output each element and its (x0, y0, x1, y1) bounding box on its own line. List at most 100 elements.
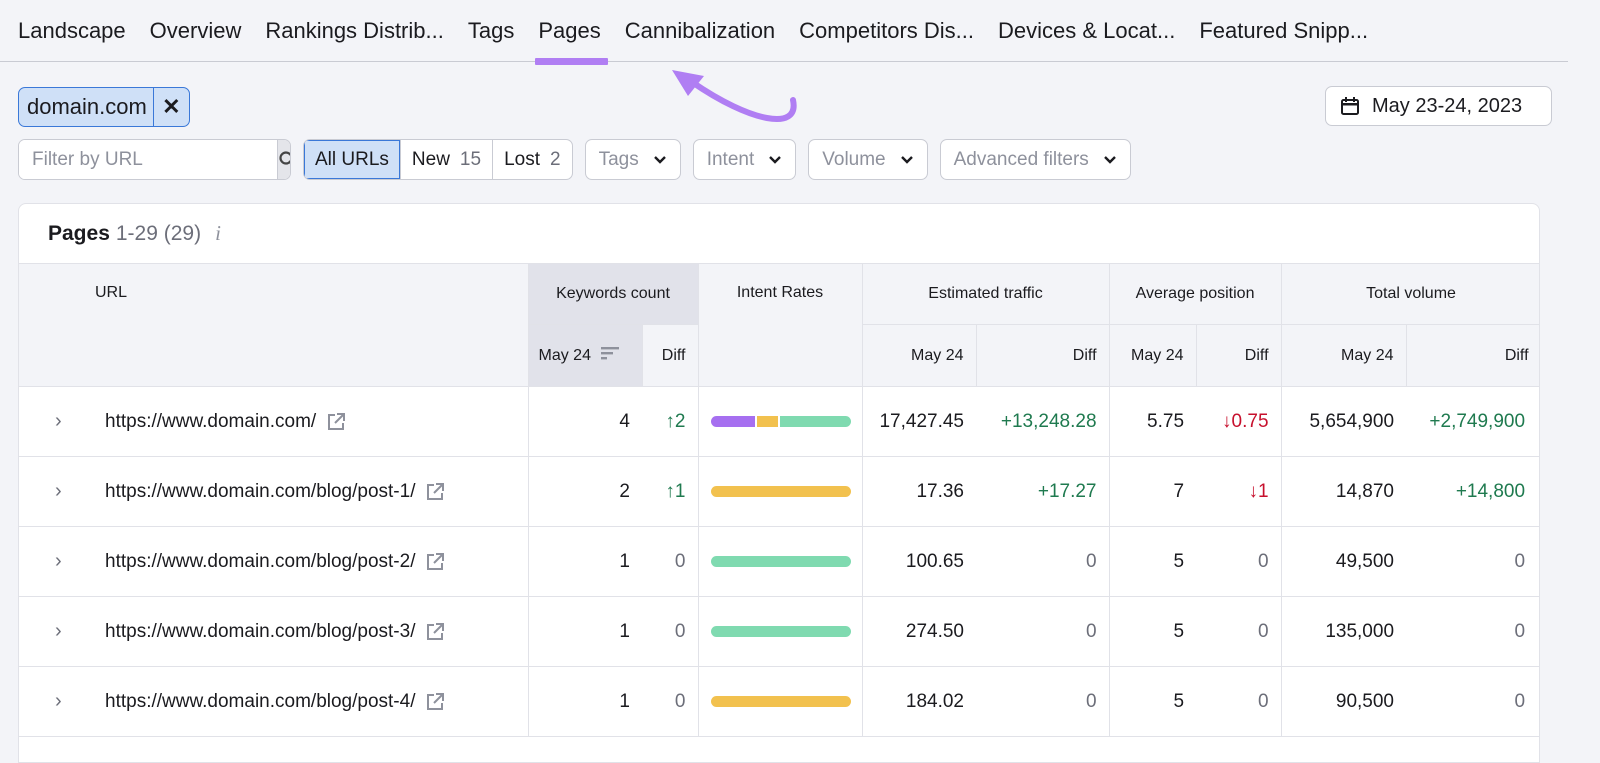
chevron-down-icon (769, 155, 782, 164)
intent-segment (710, 626, 851, 637)
tab-pages[interactable]: Pages (535, 0, 612, 65)
expand-row-chevron-icon[interactable]: › (19, 410, 95, 433)
traffic-date-header[interactable]: May 24 (861, 324, 977, 387)
expand-row-chevron-icon[interactable]: › (19, 620, 95, 643)
chevron-down-icon (653, 155, 666, 164)
page-url-link[interactable]: https://www.domain.com/blog/post-2/ (105, 551, 415, 573)
tab-devices-locat[interactable]: Devices & Locat... (998, 0, 1187, 62)
chevron-down-icon (1103, 155, 1116, 164)
position-diff: 0 (1196, 666, 1282, 737)
expand-row-chevron-icon[interactable]: › (19, 550, 95, 573)
tab-rankings-distrib[interactable]: Rankings Distrib... (265, 0, 456, 62)
position-diff: ↓1 (1196, 456, 1282, 527)
keywords-diff: ↑2 (642, 386, 699, 457)
page-url-link[interactable]: https://www.domain.com/blog/post-3/ (105, 621, 415, 643)
all-urls-button[interactable]: All URLs (304, 140, 401, 179)
remove-domain-button[interactable]: ✕ (152, 88, 189, 126)
filters-bar: All URLs New15 Lost2 Tags Intent Volume … (18, 139, 1131, 180)
keywords-diff: 0 (642, 666, 699, 737)
keywords-diff: 0 (642, 596, 699, 667)
external-link-icon[interactable] (425, 622, 445, 642)
date-range-picker[interactable]: May 23-24, 2023 (1325, 86, 1552, 126)
table-row: › https://www.domain.com/blog/post-3/ 1 0… (19, 596, 1539, 667)
search-icon (279, 150, 290, 165)
filter-by-url-input[interactable] (19, 140, 277, 179)
tags-label: Tags (598, 148, 639, 170)
volume-diff-header[interactable]: Diff (1405, 324, 1539, 387)
keywords-date-header[interactable]: May 24 (527, 324, 643, 387)
position-diff-header[interactable]: Diff (1195, 324, 1282, 387)
page-url-link[interactable]: https://www.domain.com/blog/post-4/ (105, 691, 415, 713)
intent-segment (779, 416, 851, 427)
all-urls-label: All URLs (315, 148, 389, 170)
volume-value: 14,870 (1281, 456, 1407, 527)
position-value: 5 (1109, 596, 1197, 667)
lost-count: 2 (549, 148, 561, 170)
position-diff: 0 (1196, 596, 1282, 667)
external-link-icon[interactable] (425, 692, 445, 712)
url-filter (18, 139, 291, 180)
traffic-value: 17,427.45 (862, 386, 976, 457)
volume-date-header[interactable]: May 24 (1280, 324, 1407, 387)
position-diff: 0 (1196, 526, 1282, 597)
tab-cannibalization[interactable]: Cannibalization (625, 0, 787, 62)
intent-segment (710, 486, 851, 497)
estimated-traffic-header[interactable]: Estimated traffic (861, 263, 1110, 325)
total-volume-header[interactable]: Total volume (1280, 263, 1539, 325)
average-position-header[interactable]: Average position (1108, 263, 1282, 325)
new-label: New (411, 148, 450, 170)
expand-row-chevron-icon[interactable]: › (19, 690, 95, 713)
volume-diff: +14,800 (1406, 456, 1539, 527)
keywords-diff-header[interactable]: Diff (641, 324, 699, 387)
volume-value: 5,654,900 (1281, 386, 1407, 457)
info-icon[interactable]: i (215, 221, 221, 246)
volume-diff: 0 (1406, 526, 1539, 597)
tab-competitors-dis[interactable]: Competitors Dis... (799, 0, 986, 62)
lost-label: Lost (504, 148, 540, 170)
position-value: 5 (1109, 526, 1197, 597)
search-button[interactable] (277, 140, 290, 179)
keywords-count: 2 (528, 456, 642, 527)
lost-urls-button[interactable]: Lost 2 (493, 140, 572, 179)
position-value: 5.75 (1109, 386, 1197, 457)
keywords-count-header[interactable]: Keywords count (527, 263, 699, 325)
tab-landscape[interactable]: Landscape (18, 0, 138, 62)
intent-rates-bar (710, 416, 851, 427)
volume-diff: 0 (1406, 596, 1539, 667)
volume-dropdown[interactable]: Volume (808, 139, 928, 180)
volume-value: 49,500 (1281, 526, 1407, 597)
calendar-icon (1341, 97, 1359, 115)
annotation-arrow-icon (672, 70, 797, 122)
tab-tags[interactable]: Tags (468, 0, 526, 62)
intent-rates-bar (710, 696, 851, 707)
pages-card: Pages 1-29 (29) i URL Keywords count Int… (18, 203, 1540, 763)
tags-dropdown[interactable]: Tags (584, 139, 681, 180)
card-title: Pages (48, 221, 110, 245)
intent-label: Intent (706, 148, 755, 170)
traffic-diff: 0 (976, 596, 1110, 667)
table-row: › https://www.domain.com/blog/post-4/ 1 0… (19, 666, 1539, 737)
external-link-icon[interactable] (425, 552, 445, 572)
traffic-diff: 0 (976, 666, 1110, 737)
traffic-diff-header[interactable]: Diff (975, 324, 1110, 387)
external-link-icon[interactable] (326, 412, 346, 432)
domain-chip[interactable]: domain.com ✕ (18, 87, 190, 127)
page-url-link[interactable]: https://www.domain.com/ (105, 411, 316, 433)
position-date-header[interactable]: May 24 (1108, 324, 1197, 387)
tab-overview[interactable]: Overview (150, 0, 254, 62)
intent-rates-header: Intent Rates (697, 263, 863, 387)
table-row: › https://www.domain.com/blog/post-1/ 2 ↑… (19, 456, 1539, 527)
page-url-link[interactable]: https://www.domain.com/blog/post-1/ (105, 481, 415, 503)
keywords-diff: 0 (642, 526, 699, 597)
table-row: › https://www.domain.com/blog/post-2/ 1 0… (19, 526, 1539, 597)
intent-dropdown[interactable]: Intent (692, 139, 797, 180)
new-urls-button[interactable]: New 15 (401, 140, 494, 179)
url-type-toggle: All URLs New 15 Lost 2 (303, 139, 573, 180)
external-link-icon[interactable] (425, 482, 445, 502)
advanced-filters-dropdown[interactable]: Advanced filters (939, 139, 1131, 180)
tab-featured-snipp[interactable]: Featured Snipp... (1199, 0, 1380, 62)
keywords-count: 4 (528, 386, 642, 457)
expand-row-chevron-icon[interactable]: › (19, 480, 95, 503)
volume-value: 90,500 (1281, 666, 1407, 737)
intent-rates-bar (710, 556, 851, 567)
